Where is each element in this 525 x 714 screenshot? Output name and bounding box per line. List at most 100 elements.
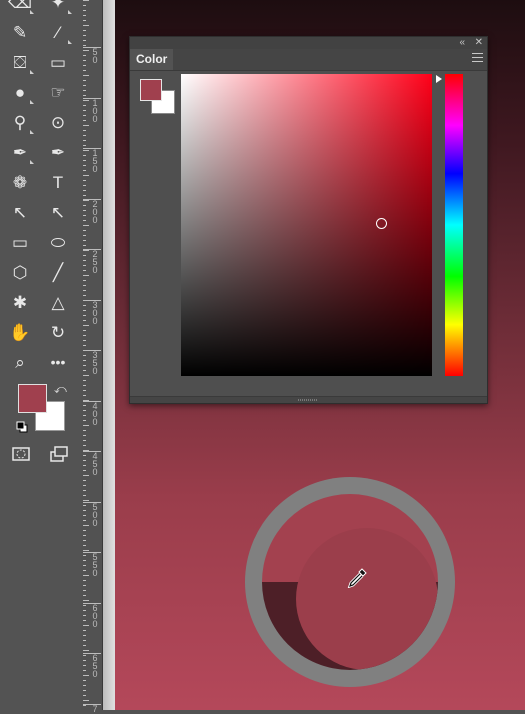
ruler-label: 500 [92,501,98,528]
ruler-minor-tick [83,690,86,691]
ruler-minor-tick [83,100,89,101]
ruler-minor-tick [83,615,86,616]
ruler-minor-tick [83,655,86,656]
path-selection-icon[interactable]: ↖ [5,198,35,226]
ruler-minor-tick [83,560,86,561]
ruler-minor-tick [83,535,86,536]
type-icon[interactable]: T [43,168,73,196]
ruler-minor-tick [83,695,86,696]
triangle-icon[interactable]: △ [43,288,73,316]
ruler-label: 450 [92,451,98,477]
ruler-minor-tick [83,25,89,26]
ruler-minor-tick [83,170,86,171]
magic-wand-icon[interactable]: ✦ [43,0,73,16]
ruler-tick [83,602,101,604]
ruler-minor-tick [83,650,89,651]
hand-icon[interactable]: ✋ [5,318,35,346]
pencil-icon[interactable]: ✎ [5,18,35,46]
vertical-ruler: 50 100 150 200 250 300 350 400 450 500 550 600 650 7 [81,0,103,714]
rotate-view-icon[interactable]: ↻ [43,318,73,346]
ruler-minor-tick [83,250,89,251]
ruler-label: 250 [92,249,98,275]
ruler-minor-tick [83,270,86,271]
panel-titlebar[interactable]: « ✕ [130,37,487,49]
ruler-minor-tick [83,70,86,71]
ruler-minor-tick [83,475,89,476]
ruler-minor-tick [83,425,89,426]
eraser-icon[interactable]: ⌫ [5,0,35,16]
ruler-minor-tick [83,555,86,556]
hue-slider-handle[interactable] [436,75,442,83]
ruler-minor-tick [83,305,86,306]
ruler-label: 100 [92,97,98,124]
ruler-minor-tick [83,665,86,666]
brush-icon[interactable]: ⁄ [43,18,73,46]
freeform-pen-icon[interactable]: ✒ [43,138,73,166]
ruler-minor-tick [83,415,86,416]
blur-icon[interactable]: ● [5,78,35,106]
panel-resize-bar[interactable] [130,396,487,403]
ruler-minor-tick [83,350,89,351]
canvas-edge [103,0,115,710]
screen-mode-icon[interactable] [44,440,74,468]
default-colors-icon[interactable] [16,421,28,433]
quick-mask-icon[interactable] [6,440,36,468]
ruler-minor-tick [83,255,86,256]
ruler-minor-tick [83,705,86,706]
ruler-minor-tick [83,160,86,161]
color-panel: « ✕ Color [129,36,488,404]
ruler-minor-tick [83,585,86,586]
ruler-minor-tick [83,135,86,136]
gradient-icon[interactable]: ▭ [43,48,73,76]
ruler-minor-tick [83,530,86,531]
ruler-minor-tick [83,35,86,36]
ruler-minor-tick [83,220,86,221]
ruler-minor-tick [83,410,86,411]
ruler-minor-tick [83,0,89,1]
polygon-icon[interactable]: ⬡ [5,258,35,286]
saturation-brightness-field[interactable] [181,74,432,376]
ruler-minor-tick [83,95,86,96]
ruler-minor-tick [83,30,86,31]
ruler-minor-tick [83,245,86,246]
ruler-minor-tick [83,515,86,516]
ruler-minor-tick [83,625,89,626]
ruler-minor-tick [83,285,86,286]
color-picker-marker[interactable] [376,218,387,229]
dodge-icon[interactable]: ⚲ [5,108,35,136]
resize-grip-icon[interactable] [298,399,318,401]
collapse-panel-icon[interactable]: « [459,37,465,49]
ruler-minor-tick [83,375,89,376]
close-panel-icon[interactable]: ✕ [475,37,483,49]
hue-slider[interactable] [445,74,463,376]
panel-foreground-swatch[interactable] [140,79,162,101]
smudge-icon[interactable]: ☞ [43,78,73,106]
ruler-minor-tick [83,295,86,296]
paint-bucket-icon[interactable]: ⛋ [5,48,35,76]
more-tools-icon[interactable]: ••• [43,348,73,376]
ruler-minor-tick [83,465,86,466]
ruler-minor-tick [83,105,86,106]
ruler-minor-tick [83,550,89,551]
rectangle-icon[interactable]: ▭ [5,228,35,256]
line-icon[interactable]: ╱ [43,258,73,286]
ruler-minor-tick [83,400,89,401]
ruler-minor-tick [83,145,86,146]
tab-color[interactable]: Color [130,49,174,70]
custom-shape-icon[interactable]: ✱ [5,288,35,316]
pen-icon[interactable]: ✒ [5,138,35,166]
foreground-color-swatch[interactable] [18,384,47,413]
pattern-stamp-icon[interactable]: ❁ [5,168,35,196]
ruler-minor-tick [83,525,89,526]
sponge-icon[interactable]: ⊙ [43,108,73,136]
panel-menu-icon[interactable] [472,53,483,65]
ruler-minor-tick [83,300,89,301]
ruler-minor-tick [83,380,86,381]
panel-tabbar: Color [130,49,487,71]
swap-colors-icon[interactable]: ⤺ [54,382,67,397]
zoom-icon[interactable]: ⌕ [5,348,35,376]
ruler-label: 7 [92,703,98,714]
ellipse-icon[interactable]: ⬭ [43,228,73,256]
ruler-minor-tick [83,450,89,451]
direct-selection-icon[interactable]: ↖ [43,198,73,226]
